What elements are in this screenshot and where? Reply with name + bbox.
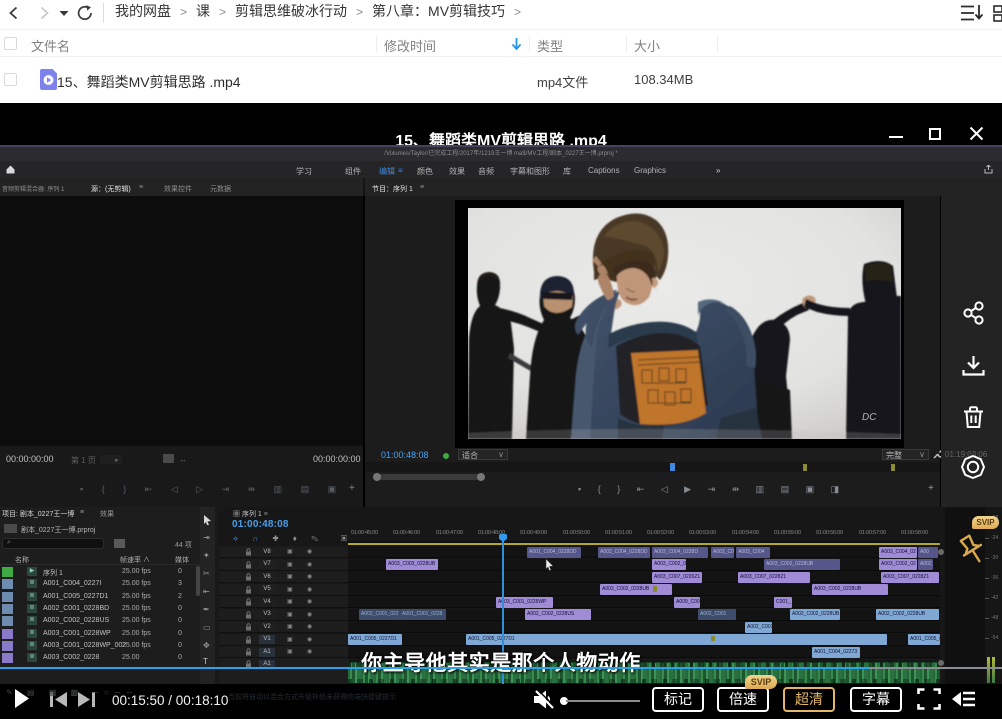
svg-text:DC: DC [862,412,877,423]
